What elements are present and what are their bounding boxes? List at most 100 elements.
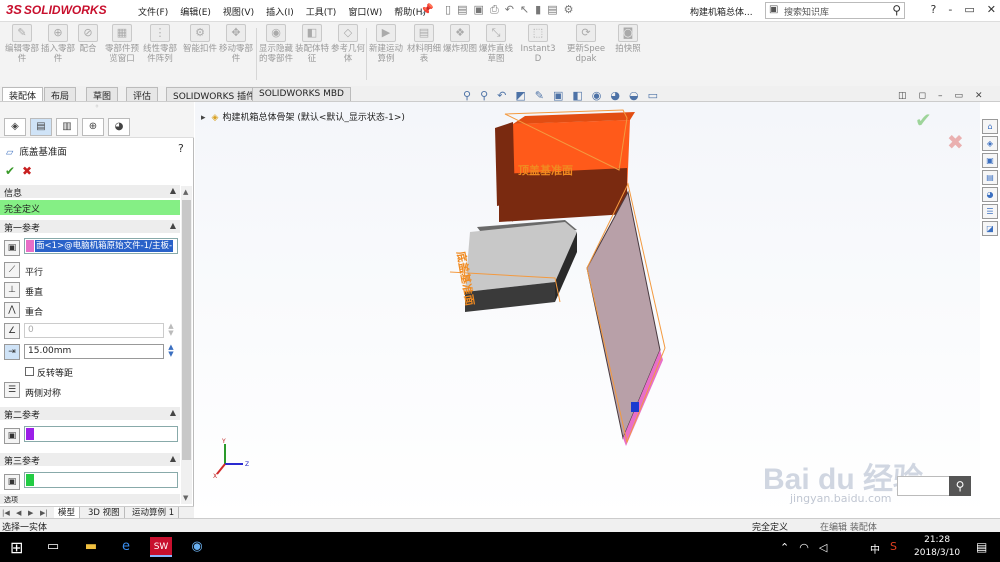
edge-browser-icon[interactable]: e bbox=[115, 537, 137, 557]
appearances-icon[interactable]: ◕ bbox=[982, 187, 998, 202]
restore-view-icon[interactable]: ◻ bbox=[919, 91, 926, 101]
help-dropdown-button[interactable]: ? bbox=[931, 3, 937, 16]
clock[interactable]: 21:28 2018/3/10 bbox=[914, 534, 960, 560]
angle-spinner-icon[interactable]: ▲ ▼ bbox=[166, 323, 176, 338]
distance-spinner-icon[interactable]: ▲ ▼ bbox=[166, 344, 176, 359]
save-icon[interactable]: ▣ bbox=[473, 3, 483, 17]
menu-view[interactable]: 视图(V) bbox=[217, 5, 260, 18]
design-library-icon[interactable]: ▣ bbox=[982, 153, 998, 168]
open-icon[interactable]: ▤ bbox=[457, 3, 467, 17]
dimxpert-icon[interactable]: ⊕ bbox=[82, 118, 104, 136]
print-icon[interactable]: ⎙ bbox=[490, 3, 499, 17]
scroll-down-icon[interactable]: ▼ bbox=[183, 494, 188, 502]
pin-icon[interactable]: 📌 bbox=[420, 3, 434, 16]
section-second-reference[interactable]: 第二参考 ▲ bbox=[0, 407, 180, 421]
cancel-corner-icon[interactable]: ✖ bbox=[947, 130, 964, 154]
close-button[interactable]: ✕ bbox=[987, 3, 996, 16]
scrollbar-thumb[interactable] bbox=[182, 200, 191, 460]
search-icon[interactable]: ⚲ bbox=[949, 476, 971, 496]
network-icon[interactable]: ◠ bbox=[799, 541, 809, 554]
minimize-doc-button[interactable]: – bbox=[938, 91, 943, 101]
solidworks-logo[interactable]: 3S SOLIDWORKS bbox=[6, 2, 107, 17]
third-reference-field[interactable] bbox=[24, 472, 178, 488]
move-component-button[interactable]: ✥ 移动零部件 bbox=[216, 24, 256, 64]
instant3d-button[interactable]: ⬚ Instant3D bbox=[518, 24, 558, 64]
parallel-icon[interactable]: ⟋ bbox=[4, 262, 20, 278]
undo-icon[interactable]: ↶ bbox=[505, 3, 514, 17]
search-icon[interactable]: ⚲ bbox=[892, 3, 901, 17]
coincident-option[interactable]: 重合 bbox=[25, 305, 43, 318]
update-speedpak-button[interactable]: ⟳ 更新Speedpak bbox=[566, 24, 606, 64]
file-explorer-icon[interactable]: ▤ bbox=[982, 170, 998, 185]
first-reference-field[interactable]: 面<1>@电脑机箱原始文件-1/主板- bbox=[24, 238, 178, 254]
maximize-doc-button[interactable]: ▭ bbox=[955, 91, 964, 101]
middle-box[interactable]: 底盖基准面 bbox=[449, 220, 577, 312]
explode-line-sketch-button[interactable]: ⤡ 爆炸直线草图 bbox=[476, 24, 516, 64]
sogou-ime-icon[interactable]: S bbox=[890, 540, 897, 553]
second-reference-field[interactable] bbox=[24, 426, 178, 442]
menu-file[interactable]: 文件(F) bbox=[132, 5, 174, 18]
minimize-button[interactable]: - bbox=[948, 3, 952, 16]
maximize-button[interactable]: ▭ bbox=[964, 3, 974, 16]
take-snapshot-button[interactable]: ◙ 拍快照 bbox=[608, 24, 648, 54]
menu-tools[interactable]: 工具(T) bbox=[300, 5, 343, 18]
help-icon[interactable]: ? bbox=[178, 142, 184, 155]
ok-icon[interactable]: ✔ bbox=[5, 164, 15, 178]
zoom-fit-icon[interactable]: ⚲ bbox=[463, 89, 471, 102]
assembly-features-button[interactable]: ◧ 装配体特征 bbox=[292, 24, 332, 64]
distance-input[interactable]: 15.00mm bbox=[24, 344, 164, 359]
configuration-manager-icon[interactable]: ▥ bbox=[56, 118, 78, 136]
flip-offset-checkbox[interactable] bbox=[25, 367, 34, 376]
show-hidden-button[interactable]: ◉ 显示隐藏的零部件 bbox=[256, 24, 296, 64]
file-explorer-app-icon[interactable]: ▬ bbox=[80, 537, 102, 557]
exploded-view-button[interactable]: ❖ 爆炸视图 bbox=[440, 24, 480, 54]
tab-evaluate[interactable]: 评估 bbox=[126, 87, 159, 102]
feature-tree-root[interactable]: ▸ ◈ 构建机箱总体骨架 (默认<默认_显示状态-1>) bbox=[201, 110, 405, 123]
split-view-icon[interactable]: ◫ bbox=[898, 91, 907, 101]
cancel-icon[interactable]: ✖ bbox=[22, 164, 32, 178]
tab-assembly[interactable]: 装配体 bbox=[2, 87, 44, 102]
forum-icon[interactable]: ◪ bbox=[982, 221, 998, 236]
component-preview-button[interactable]: ▦ 零部件预览窗口 bbox=[102, 24, 142, 64]
view-settings-icon[interactable]: ▭ bbox=[648, 89, 658, 102]
motherboard-plate[interactable] bbox=[586, 182, 666, 446]
display-style-icon[interactable]: ◧ bbox=[572, 89, 582, 102]
tab-mbd[interactable]: SOLIDWORKS MBD bbox=[252, 87, 351, 101]
file-props-icon[interactable]: ▤ bbox=[547, 3, 557, 17]
angle-input[interactable]: 0 bbox=[24, 323, 164, 338]
display-manager-icon[interactable]: ◕ bbox=[108, 118, 130, 136]
perpendicular-icon[interactable]: ⊥ bbox=[4, 282, 20, 298]
confirm-corner-icon[interactable]: ✔ bbox=[915, 108, 932, 132]
menu-edit[interactable]: 编辑(E) bbox=[174, 5, 217, 18]
search-input[interactable]: ▣ 搜索知识库 ⚲ bbox=[765, 2, 905, 19]
custom-properties-icon[interactable]: ☰ bbox=[982, 204, 998, 219]
view-orientation-icon[interactable]: ▣ bbox=[553, 89, 563, 102]
volume-icon[interactable]: ◁ bbox=[819, 541, 827, 554]
notification-icon[interactable]: ▤ bbox=[976, 540, 987, 554]
chevron-up-icon[interactable]: ⌃ bbox=[780, 541, 789, 554]
section-view-icon[interactable]: ◩ bbox=[515, 89, 525, 102]
appearance-icon[interactable]: ◕ bbox=[610, 89, 620, 102]
menu-window[interactable]: 窗口(W) bbox=[342, 5, 388, 18]
new-motion-study-button[interactable]: ▶ 新建运动算例 bbox=[366, 24, 406, 64]
previous-view-icon[interactable]: ↶ bbox=[497, 89, 506, 102]
ime-indicator[interactable]: 中 bbox=[870, 541, 880, 556]
zoom-area-icon[interactable]: ⚲ bbox=[480, 89, 488, 102]
angle-icon[interactable]: ∠ bbox=[4, 323, 20, 339]
mid-plane-option[interactable]: 两侧对称 bbox=[25, 386, 61, 399]
edit-component-button[interactable]: ✎ 编辑零部件 bbox=[2, 24, 42, 64]
scroll-up-icon[interactable]: ▲ bbox=[183, 188, 188, 196]
solidworks-app-icon[interactable]: SW bbox=[150, 537, 172, 557]
hide-show-icon[interactable]: ◉ bbox=[592, 89, 602, 102]
expand-icon[interactable]: ▸ bbox=[201, 113, 206, 123]
property-manager-icon[interactable]: ▤ bbox=[30, 118, 52, 136]
coincident-icon[interactable]: ⋀ bbox=[4, 302, 20, 318]
smart-fasteners-button[interactable]: ⚙ 智能扣件 bbox=[180, 24, 220, 54]
offset-distance-icon[interactable]: ⇥ bbox=[4, 344, 20, 360]
section-third-reference[interactable]: 第三参考 ▲ bbox=[0, 453, 180, 467]
select-icon[interactable]: ↖ bbox=[520, 3, 529, 17]
bill-of-materials-button[interactable]: ▤ 材料明细表 bbox=[404, 24, 444, 64]
panel-scrollbar[interactable]: ▲ ▼ bbox=[181, 186, 192, 504]
graphics-area[interactable]: 顶盖基准面 底盖基准面 ▸ ◈ 构建机箱总体骨架 (默认<默认_显示状态-1>) ✔… bbox=[195, 102, 980, 518]
close-doc-button[interactable]: ✕ bbox=[975, 91, 983, 101]
